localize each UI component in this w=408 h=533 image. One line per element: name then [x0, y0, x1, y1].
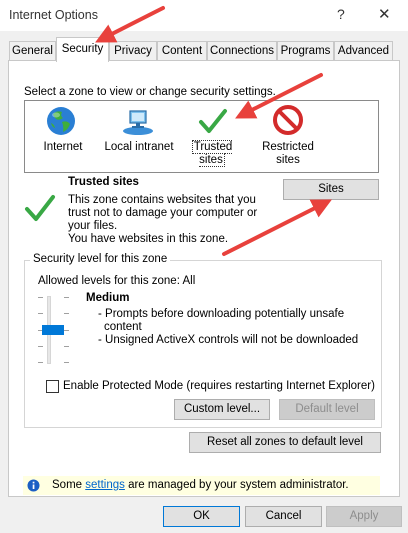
tab-advanced[interactable]: Advanced [334, 41, 393, 61]
restricted-label-line1: Restricted [262, 141, 314, 153]
zone-local-intranet-label[interactable]: Local intranet [101, 141, 177, 154]
zone-info-title: Trusted sites [68, 176, 139, 188]
zone-info-line: You have websites in this zone. [68, 233, 229, 245]
slider-tick [38, 313, 43, 314]
tab-privacy[interactable]: Privacy [109, 41, 157, 61]
slider-tick [64, 297, 69, 298]
admin-info-prefix: Some [52, 479, 86, 491]
ok-button[interactable]: OK [163, 506, 240, 527]
tab-content[interactable]: Content [157, 41, 207, 61]
title-bar: Internet Options ? ✕ [0, 0, 408, 31]
cancel-button[interactable]: Cancel [245, 506, 322, 527]
apply-button[interactable]: Apply [326, 506, 402, 527]
zone-restricted-sites-label[interactable]: Restricted sites [253, 141, 323, 167]
admin-info-bar: Some settings are managed by your system… [23, 476, 380, 495]
slider-tick [38, 346, 43, 347]
restricted-icon [273, 105, 303, 135]
zone-info-description: This zone contains websites that you tru… [68, 194, 257, 246]
zone-info-line: your files. [68, 220, 118, 232]
zone-trusted-sites-label[interactable]: Trusted sites [179, 140, 245, 167]
zone-info-line: This zone contains websites that you [68, 194, 256, 206]
zone-internet[interactable] [45, 105, 77, 140]
tab-programs[interactable]: Programs [277, 41, 334, 61]
zone-trusted-sites[interactable] [198, 107, 228, 138]
settings-link[interactable]: settings [85, 479, 125, 491]
security-level-description: - Prompts before downloading potentially… [98, 308, 358, 347]
zone-internet-label[interactable]: Internet [33, 141, 93, 154]
security-level-name: Medium [86, 292, 130, 304]
slider-tick [64, 362, 69, 363]
tab-general[interactable]: General [9, 41, 56, 61]
zone-list: Internet Local intranet Trusted sites Re… [24, 100, 379, 173]
help-button[interactable]: ? [337, 6, 345, 22]
default-level-button[interactable]: Default level [279, 399, 375, 420]
window-title: Internet Options [9, 8, 98, 22]
slider-tick [64, 330, 69, 331]
level-bullet: content [104, 321, 142, 333]
info-icon [27, 479, 40, 492]
close-button[interactable]: ✕ [378, 5, 391, 23]
slider-tick [64, 313, 69, 314]
level-bullet: - Unsigned ActiveX controls will not be … [98, 334, 359, 346]
protected-mode-checkbox[interactable] [46, 380, 59, 393]
zone-restricted-sites[interactable] [272, 104, 304, 139]
security-level-slider-thumb[interactable] [42, 325, 64, 335]
globe-icon [47, 107, 75, 135]
admin-info-text: Some settings are managed by your system… [52, 479, 349, 491]
protected-mode-label[interactable]: Enable Protected Mode (requires restarti… [63, 380, 375, 392]
checkmark-icon [199, 109, 227, 133]
sites-button[interactable]: Sites [283, 179, 379, 200]
custom-level-button[interactable]: Custom level... [174, 399, 270, 420]
slider-tick [64, 346, 69, 347]
trusted-sites-selected-text[interactable]: Trusted sites [191, 140, 233, 167]
reset-all-zones-button[interactable]: Reset all zones to default level [189, 432, 381, 453]
slider-tick [38, 362, 43, 363]
tab-security[interactable]: Security [56, 37, 109, 62]
restricted-label-line2: sites [276, 154, 300, 166]
zone-info-line: trust not to damage your computer or [68, 207, 258, 219]
zone-info-check [24, 193, 56, 226]
slider-tick [38, 297, 43, 298]
level-bullet: - Prompts before downloading potentially… [98, 308, 345, 320]
intranet-icon [123, 110, 153, 135]
checkmark-icon [25, 195, 55, 221]
tab-connections[interactable]: Connections [207, 41, 277, 61]
zone-local-intranet[interactable] [121, 107, 155, 140]
security-level-group-title: Security level for this zone [30, 253, 171, 265]
allowed-levels-text: Allowed levels for this zone: All [38, 275, 196, 287]
select-zone-instruction: Select a zone to view or change security… [24, 86, 276, 98]
admin-info-suffix: are managed by your system administrator… [124, 479, 349, 491]
